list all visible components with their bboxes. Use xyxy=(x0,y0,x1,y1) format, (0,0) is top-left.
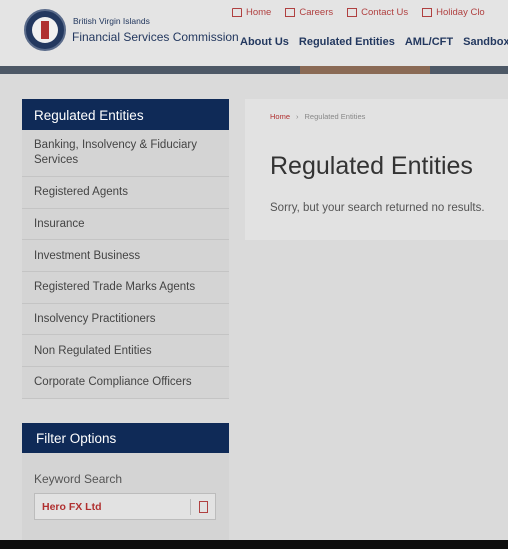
top-link-holiday[interactable]: Holiday Clo xyxy=(422,7,485,18)
sidebar-item-insurance[interactable]: Insurance xyxy=(22,209,229,241)
no-results-message: Sorry, but your search returned no resul… xyxy=(270,202,485,214)
briefcase-icon xyxy=(285,8,296,17)
sidebar-item-insolvency-practitioners[interactable]: Insolvency Practitioners xyxy=(22,304,229,336)
sidebar-item-non-regulated[interactable]: Non Regulated Entities xyxy=(22,335,229,368)
sidebar-item-investment-business[interactable]: Investment Business xyxy=(22,240,229,273)
utility-links: Home Careers Contact Us Holiday Clo xyxy=(232,7,499,18)
mail-icon xyxy=(347,8,358,17)
top-link-careers[interactable]: Careers xyxy=(285,7,333,18)
filter-options-panel: Keyword Search Hero FX Ltd xyxy=(22,453,229,540)
keyword-search-label: Keyword Search xyxy=(34,472,123,486)
input-divider xyxy=(190,499,191,515)
breadcrumb: Home › Regulated Entities xyxy=(270,112,365,121)
nav-aml-cft[interactable]: AML/CFT xyxy=(405,36,453,48)
home-icon xyxy=(232,8,242,17)
keyword-search-input[interactable]: Hero FX Ltd xyxy=(34,493,216,520)
nav-about-us[interactable]: About Us xyxy=(240,36,289,48)
top-link-home[interactable]: Home xyxy=(232,7,271,18)
top-link-contact[interactable]: Contact Us xyxy=(347,7,408,18)
browser-viewport: British Virgin Islands Financial Service… xyxy=(0,0,508,540)
main-nav: About Us Regulated Entities AML/CFT Sand… xyxy=(240,36,508,48)
filter-options-title: Filter Options xyxy=(22,423,229,453)
breadcrumb-home[interactable]: Home xyxy=(270,112,290,121)
sidebar-item-banking[interactable]: Banking, Insolvency & Fiduciary Services xyxy=(22,130,229,177)
sidebar-title: Regulated Entities xyxy=(22,99,229,130)
logo-subtitle: British Virgin Islands xyxy=(73,16,150,26)
logo-title[interactable]: Financial Services Commission xyxy=(72,30,239,44)
nav-sandbox[interactable]: Sandbox xyxy=(463,36,508,48)
calendar-icon xyxy=(422,8,433,17)
results-panel: Home › Regulated Entities Regulated Entiti… xyxy=(245,99,508,240)
sidebar-item-compliance-officers[interactable]: Corporate Compliance Officers xyxy=(22,367,229,399)
page-title: Regulated Entities xyxy=(270,152,473,180)
bvi-seal-logo[interactable] xyxy=(24,9,66,51)
sidebar-item-trade-marks-agents[interactable]: Registered Trade Marks Agents xyxy=(22,272,229,304)
breadcrumb-separator: › xyxy=(296,112,299,121)
sidebar-item-registered-agents[interactable]: Registered Agents xyxy=(22,177,229,209)
site-header: British Virgin Islands Financial Service… xyxy=(0,0,508,66)
breadcrumb-current: Regulated Entities xyxy=(304,112,366,121)
keyword-search-value: Hero FX Ltd xyxy=(42,501,102,513)
nav-regulated-entities[interactable]: Regulated Entities xyxy=(299,36,395,48)
sidebar-list: Banking, Insolvency & Fiduciary Services… xyxy=(22,130,229,399)
clear-input-icon[interactable] xyxy=(199,501,208,513)
hero-banner-strip xyxy=(0,66,508,74)
